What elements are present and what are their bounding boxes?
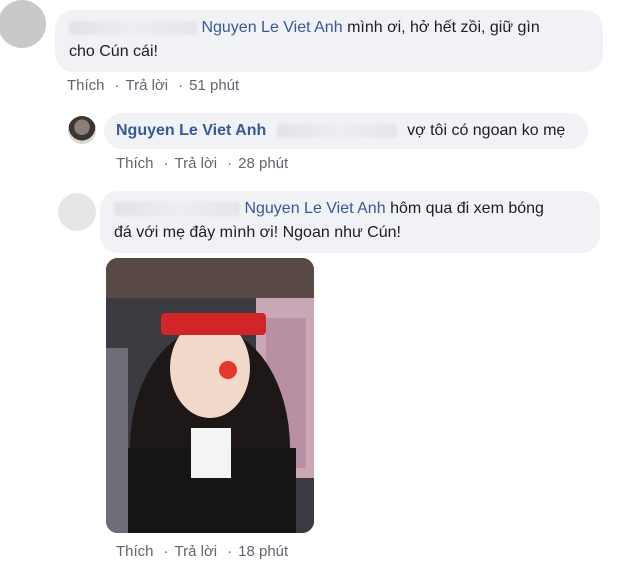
comment-bubble: Nguyen Le Viet Anh hôm qua đi xem bóng đ… [100,191,600,253]
comment-bubble: Nguyen Le Viet Anh mình ơi, hở hết zồi, … [55,10,603,72]
separator: · [163,155,169,172]
like-link[interactable]: Thích [116,155,154,172]
separator: · [227,543,233,560]
author-name[interactable]: Nguyen Le Viet Anh [116,122,266,139]
mention-link[interactable]: Nguyen Le Viet Anh [201,19,342,36]
comment-actions: Thích · Trả lời · 51 phút [67,77,249,94]
author-avatar[interactable] [68,116,96,144]
comment-actions: Thích · Trả lời · 18 phút [116,543,298,560]
separator: · [163,543,169,560]
timestamp[interactable]: 51 phút [189,77,239,94]
comment-text: hôm qua đi xem bóng [390,200,544,217]
comment-actions: Thích · Trả lời · 28 phút [116,155,298,172]
reply-link[interactable]: Trả lời [175,543,218,560]
redacted-name [114,201,240,216]
redacted-name [276,123,397,138]
comment-text: đá với mẹ đây mình ơi! Ngoan như Cún! [114,224,401,241]
reply-link[interactable]: Trả lời [175,155,218,172]
redacted-name [69,20,197,35]
comment-text: mình ơi, hở hết zồi, giữ gìn [347,19,540,36]
separator: · [178,77,184,94]
timestamp[interactable]: 28 phút [238,155,288,172]
comment-text: cho Cún cái! [69,43,158,60]
like-link[interactable]: Thích [67,77,105,94]
commenter-avatar[interactable] [58,193,96,231]
reply-link[interactable]: Trả lời [126,77,169,94]
timestamp[interactable]: 18 phút [238,543,288,560]
comment-text: vợ tôi có ngoan ko mẹ [407,122,566,139]
photo-image [106,258,314,533]
separator: · [114,77,120,94]
separator: · [227,155,233,172]
mention-link[interactable]: Nguyen Le Viet Anh [244,200,385,217]
reply-bubble: Nguyen Le Viet Anh vợ tôi có ngoan ko mẹ [104,113,588,149]
attached-photo[interactable] [106,258,314,533]
like-link[interactable]: Thích [116,543,154,560]
commenter-avatar[interactable] [0,0,46,48]
